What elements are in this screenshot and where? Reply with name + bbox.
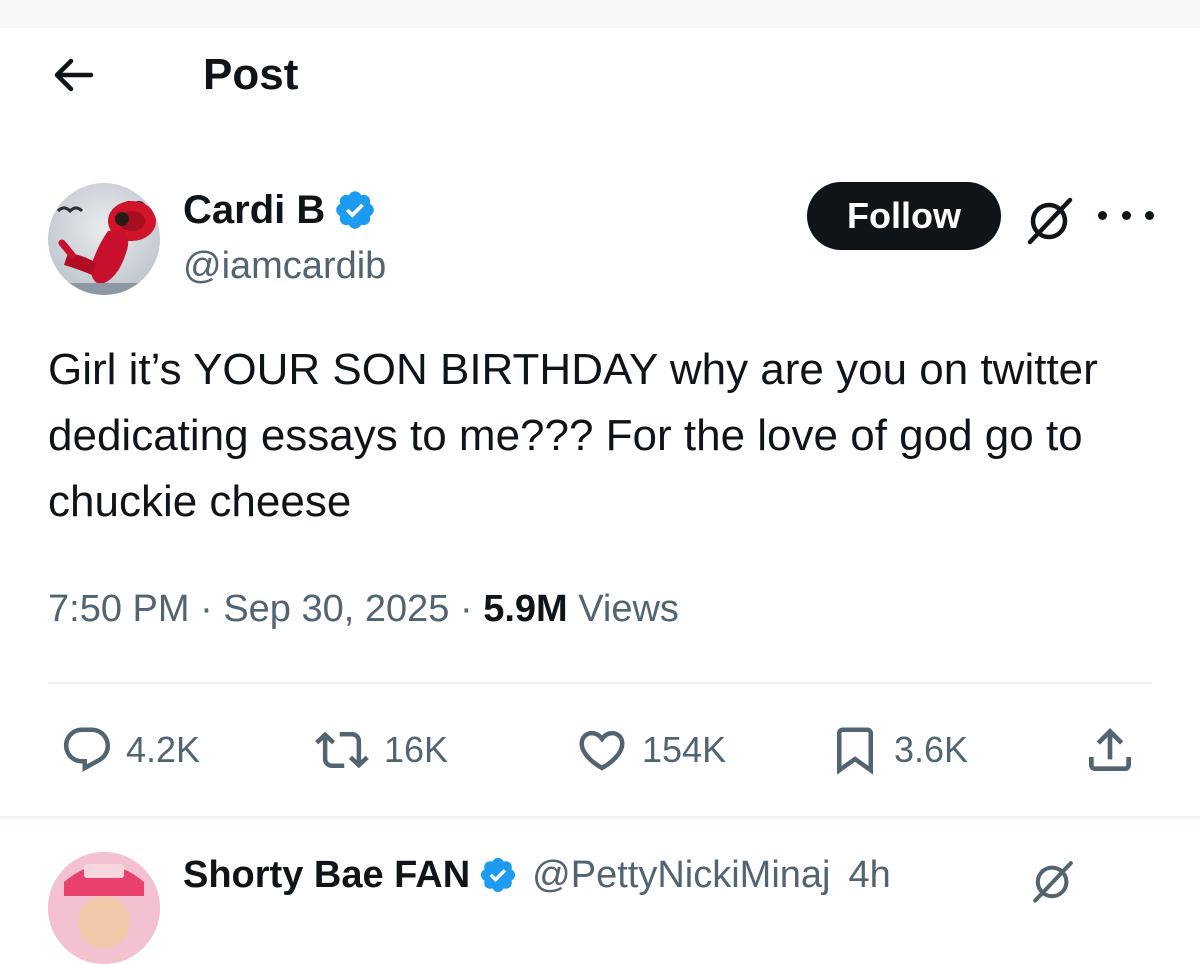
divider bbox=[0, 816, 1200, 819]
share-button[interactable] bbox=[1082, 718, 1138, 782]
verified-badge-icon bbox=[481, 857, 516, 893]
meta-separator: · bbox=[459, 588, 473, 630]
follow-button[interactable]: Follow bbox=[807, 182, 1001, 250]
back-button[interactable] bbox=[48, 50, 98, 100]
more-dot-icon bbox=[1121, 210, 1131, 220]
next-post-grok-button[interactable] bbox=[1028, 856, 1078, 906]
repost-count: 16K bbox=[384, 729, 449, 770]
more-dot-icon bbox=[1098, 210, 1107, 220]
next-post-header: Shorty Bae FAN @PettyNickiMinaj 4h bbox=[183, 852, 891, 898]
page-title: Post bbox=[203, 50, 299, 99]
tweet-date[interactable]: Sep 30, 2025 bbox=[223, 588, 449, 630]
reply-button[interactable]: 4.2K bbox=[60, 718, 200, 782]
author-name[interactable]: Cardi B bbox=[183, 186, 325, 234]
grok-button[interactable] bbox=[1022, 192, 1078, 248]
next-post-handle[interactable]: @PettyNickiMinaj bbox=[532, 852, 830, 898]
more-options-button[interactable] bbox=[1098, 195, 1154, 235]
bookmark-button[interactable]: 3.6K bbox=[828, 718, 968, 782]
grok-icon bbox=[1033, 861, 1073, 903]
tweet-text: Girl it’s YOUR SON BIRTHDAY why are you … bbox=[48, 345, 1098, 526]
heart-icon bbox=[579, 730, 625, 771]
grok-icon bbox=[1027, 197, 1073, 245]
arrow-left-icon bbox=[54, 58, 94, 92]
reply-count: 4.2K bbox=[126, 729, 201, 770]
author-handle[interactable]: @iamcardib bbox=[183, 243, 386, 289]
verified-badge-icon bbox=[336, 191, 375, 229]
tweet-meta: 7:50 PM · Sep 30, 2025 · 5.9M Views bbox=[48, 584, 679, 634]
repost-button[interactable]: 16K bbox=[312, 718, 448, 782]
divider bbox=[48, 682, 1152, 684]
views-label: Views bbox=[578, 588, 679, 630]
views-count: 5.9M bbox=[483, 588, 568, 630]
share-icon bbox=[1089, 728, 1131, 771]
bookmark-count: 3.6K bbox=[894, 729, 969, 770]
reply-icon bbox=[63, 727, 111, 772]
next-post-avatar[interactable] bbox=[48, 852, 160, 964]
avatar[interactable] bbox=[48, 183, 160, 295]
meta-separator: · bbox=[200, 588, 213, 630]
repost-icon bbox=[315, 731, 369, 769]
like-count: 154K bbox=[642, 729, 727, 770]
tweet-time[interactable]: 7:50 PM bbox=[48, 588, 190, 630]
bookmark-icon bbox=[837, 727, 873, 775]
status-bar-strip bbox=[0, 0, 1200, 28]
like-button[interactable]: 154K bbox=[574, 718, 726, 782]
more-dot-icon bbox=[1145, 210, 1154, 220]
next-post-time[interactable]: 4h bbox=[848, 852, 890, 898]
author-row: Cardi B bbox=[183, 186, 377, 234]
next-post-author-name[interactable]: Shorty Bae FAN bbox=[183, 852, 470, 898]
